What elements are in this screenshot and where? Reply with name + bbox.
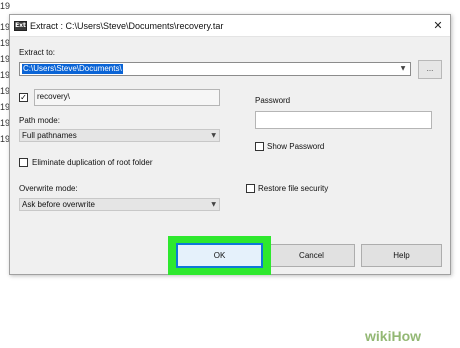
extract-path-value: C:\Users\Steve\Documents\ (22, 64, 123, 74)
eliminate-duplication-checkbox[interactable] (19, 158, 28, 167)
close-icon: ✕ (433, 19, 443, 32)
check-icon: ✓ (20, 93, 27, 102)
help-button[interactable]: Help (361, 244, 442, 267)
chevron-down-icon: ▼ (211, 201, 216, 208)
dialog-title: Extract : C:\Users\Steve\Documents\recov… (30, 21, 224, 31)
background-line: 19 (0, 1, 11, 11)
path-mode-label: Path mode: (19, 116, 60, 125)
overwrite-mode-label: Overwrite mode: (19, 184, 78, 193)
close-button[interactable]: ✕ (430, 18, 446, 34)
app-icon: Ext (14, 21, 27, 31)
extract-path-combobox[interactable]: C:\Users\Steve\Documents\ ▼ (19, 62, 411, 76)
chevron-down-icon: ▼ (211, 132, 216, 139)
extract-to-label: Extract to: (19, 48, 56, 57)
overwrite-mode-value: Ask before overwrite (22, 200, 95, 209)
show-password-checkbox[interactable] (255, 142, 264, 151)
restore-security-label[interactable]: Restore file security (258, 183, 328, 194)
dialog-titlebar[interactable]: Ext Extract : C:\Users\Steve\Documents\r… (10, 15, 450, 37)
password-input[interactable] (255, 111, 432, 129)
watermark-how: How (391, 328, 422, 344)
cancel-button[interactable]: Cancel (268, 244, 355, 267)
restore-security-checkbox[interactable] (246, 184, 255, 193)
show-password-label[interactable]: Show Password (267, 141, 324, 152)
eliminate-duplication-label[interactable]: Eliminate duplication of root folder (32, 157, 153, 168)
chevron-down-icon[interactable]: ▼ (398, 64, 408, 74)
path-mode-select[interactable]: Full pathnames ▼ (19, 129, 220, 142)
watermark-wiki: wiki (365, 328, 392, 344)
browse-button[interactable]: ... (418, 60, 442, 79)
ok-button[interactable]: OK (176, 243, 263, 268)
password-label: Password (255, 96, 291, 105)
overwrite-mode-select[interactable]: Ask before overwrite ▼ (19, 198, 220, 211)
path-mode-value: Full pathnames (22, 131, 77, 140)
wikihow-watermark: wikiHow (365, 326, 421, 346)
subfolder-checkbox[interactable]: ✓ (19, 93, 28, 102)
subfolder-input[interactable]: recovery\ (34, 89, 220, 106)
